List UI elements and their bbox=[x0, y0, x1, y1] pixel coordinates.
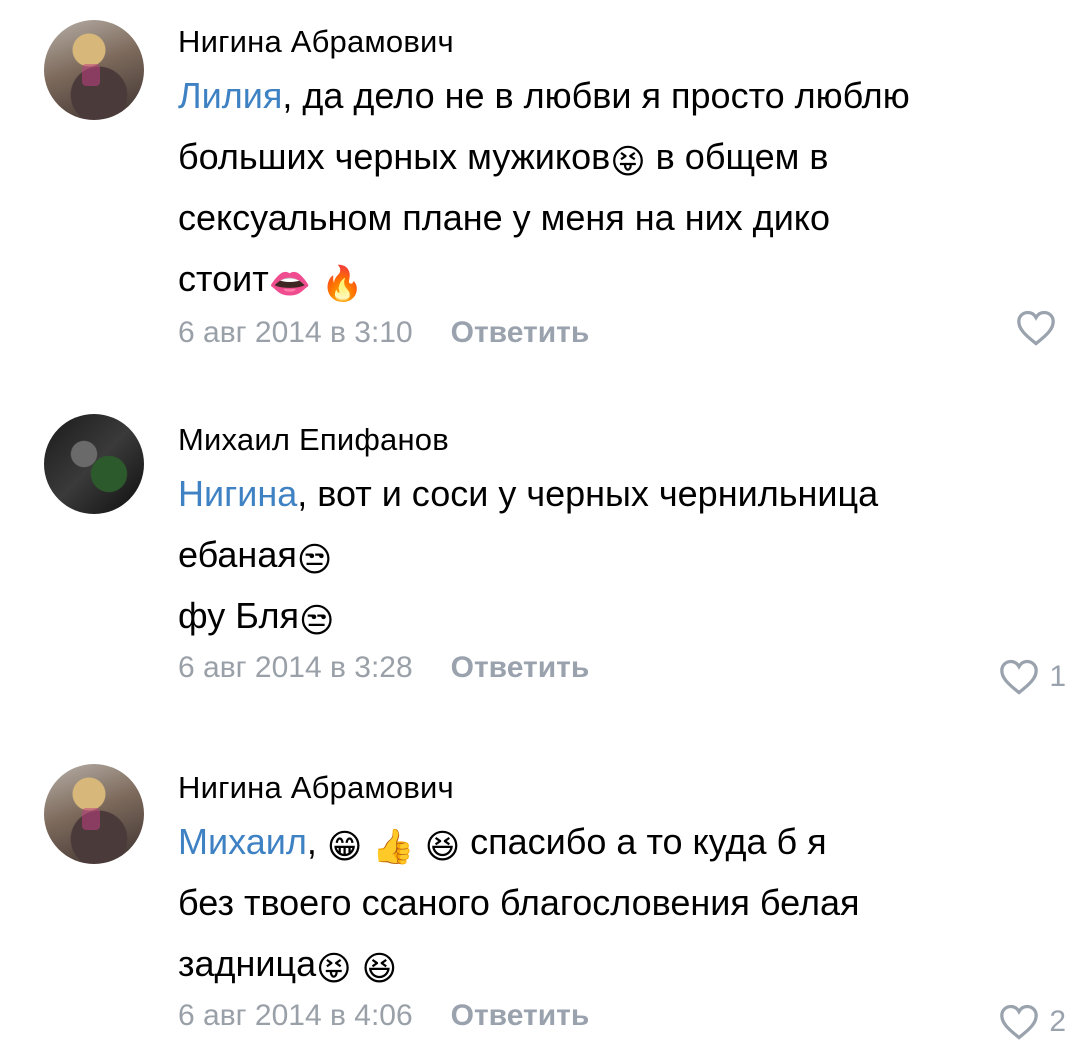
heart-icon bbox=[1000, 1004, 1039, 1040]
comment-content: Нигина Абрамович Михаил, 😁 👍 😆 спасибо а… bbox=[178, 768, 1048, 1038]
thumbs-up-emoji-icon: 👍 bbox=[372, 827, 415, 867]
comment-author[interactable]: Михаил Епифанов bbox=[178, 420, 1048, 460]
comment-author[interactable]: Нигина Абрамович bbox=[178, 768, 1048, 808]
text-line: , bbox=[306, 821, 317, 862]
laugh-emoji-icon: 😆 bbox=[361, 949, 398, 989]
avatar[interactable] bbox=[44, 764, 144, 864]
comment-text: Лилия, да дело не в любви я просто люблю… bbox=[178, 65, 1048, 309]
comment-content: Михаил Епифанов Нигина, вот и соси у чер… bbox=[178, 420, 1048, 690]
comment-date[interactable]: 6 авг 2014 в 3:10 bbox=[178, 311, 413, 355]
avatar[interactable] bbox=[44, 20, 144, 120]
mention-link[interactable]: Михаил bbox=[178, 821, 307, 862]
comment-meta: 6 авг 2014 в 3:28 Ответить bbox=[178, 646, 1048, 690]
like-button[interactable]: 2 bbox=[999, 1000, 1066, 1044]
reply-button[interactable]: Ответить bbox=[451, 311, 590, 355]
like-count: 1 bbox=[1049, 660, 1066, 693]
grin-emoji-icon: 😁 bbox=[326, 827, 363, 867]
text-line: ебаная bbox=[178, 534, 297, 575]
text-line: в общем в bbox=[645, 136, 829, 177]
comment-author[interactable]: Нигина Абрамович bbox=[178, 22, 1048, 62]
heart-icon bbox=[1000, 659, 1039, 695]
comment-meta: 6 авг 2014 в 3:10 Ответить bbox=[178, 311, 1048, 355]
text-line: , да дело не в любви я просто люблю bbox=[282, 75, 910, 116]
avatar[interactable] bbox=[44, 414, 144, 514]
comment-text: Нигина, вот и соси у черных чернильница … bbox=[178, 463, 1048, 646]
fire-emoji-icon: 🔥 bbox=[321, 264, 364, 304]
unamused-emoji-icon: 😒 bbox=[296, 540, 333, 580]
like-button[interactable]: 1 bbox=[999, 655, 1066, 699]
tongue-emoji-icon: 😝 bbox=[316, 949, 352, 989]
like-count: 2 bbox=[1049, 1005, 1066, 1038]
lips-emoji-icon: 👄 bbox=[268, 264, 312, 304]
text-line: , вот и соси у черных чернильница bbox=[297, 473, 879, 514]
comment-text: Михаил, 😁 👍 😆 спасибо а то куда б я без … bbox=[178, 811, 1048, 994]
text-line: без твоего ссаного благословения белая bbox=[178, 882, 860, 923]
reply-button[interactable]: Ответить bbox=[451, 646, 590, 690]
mention-link[interactable]: Нигина bbox=[178, 473, 297, 514]
comment-content: Нигина Абрамович Лилия, да дело не в люб… bbox=[178, 22, 1048, 355]
mention-link[interactable]: Лилия bbox=[178, 75, 282, 116]
comment-meta: 6 авг 2014 в 4:06 Ответить bbox=[178, 994, 1048, 1038]
comment-date[interactable]: 6 авг 2014 в 3:28 bbox=[178, 646, 413, 690]
text-line: задница bbox=[178, 943, 317, 984]
unamused-emoji-icon: 😒 bbox=[298, 601, 335, 641]
text-line: больших черных мужиков bbox=[178, 136, 611, 177]
like-button[interactable] bbox=[1016, 306, 1066, 350]
heart-icon bbox=[1017, 310, 1055, 346]
reply-button[interactable]: Ответить bbox=[451, 994, 590, 1038]
comment-date[interactable]: 6 авг 2014 в 4:06 bbox=[178, 994, 413, 1038]
tongue-emoji-icon: 😝 bbox=[610, 142, 646, 182]
text-line: стоит bbox=[178, 258, 269, 299]
laugh-emoji-icon: 😆 bbox=[424, 827, 461, 867]
text-line: фу Бля bbox=[178, 595, 299, 636]
text-line: спасибо а то куда б я bbox=[460, 821, 827, 862]
text-line: сексуальном плане у меня на них дико bbox=[178, 197, 830, 238]
